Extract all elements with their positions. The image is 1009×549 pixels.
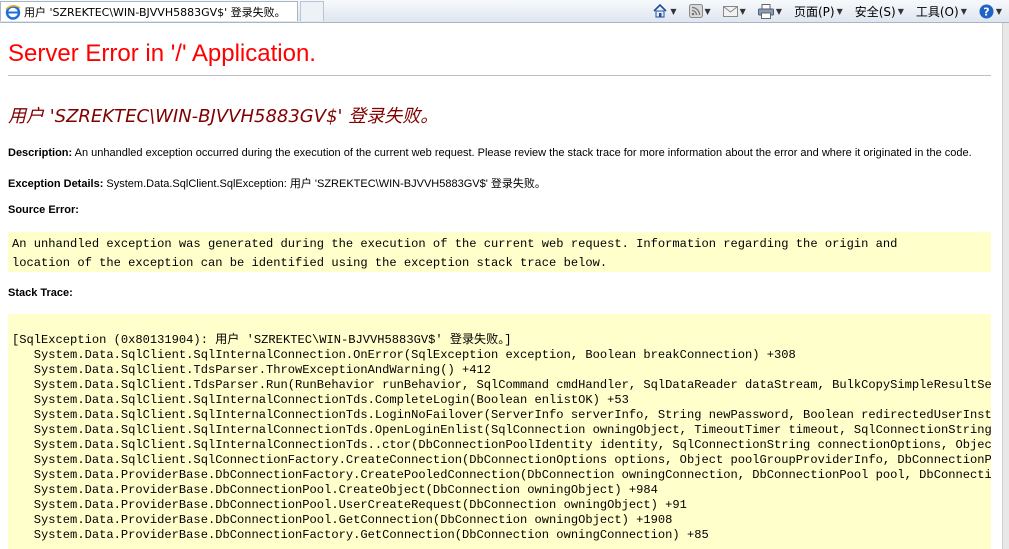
chevron-down-icon: ▼ xyxy=(897,6,904,16)
chevron-down-icon: ▼ xyxy=(836,6,843,16)
svg-text:?: ? xyxy=(983,5,989,18)
chevron-down-icon: ▼ xyxy=(739,6,746,16)
safety-menu[interactable]: 安全(S) ▼ xyxy=(852,1,907,21)
printer-icon xyxy=(757,3,774,19)
stack-trace-line: System.Data.ProviderBase.DbConnectionPoo… xyxy=(12,498,687,512)
print-button[interactable]: ▼ xyxy=(755,1,785,21)
vertical-scrollbar[interactable] xyxy=(1002,23,1009,549)
chevron-down-icon: ▼ xyxy=(670,6,677,16)
stack-trace-line: System.Data.SqlClient.TdsParser.Run(RunB… xyxy=(33,378,991,392)
stack-trace-line: System.Data.ProviderBase.DbConnectionFac… xyxy=(12,528,709,542)
description-line: Description: An unhandled exception occu… xyxy=(8,147,972,159)
source-error-line: location of the exception can be identif… xyxy=(12,256,608,270)
browser-tab[interactable]: 用户 'SZREKTEC\WIN-BJVVH5883GV$' 登录失败。 xyxy=(0,1,298,21)
stack-trace-box: [SqlException (0x80131904): 用户 'SZREKTEC… xyxy=(8,314,991,549)
ie-icon xyxy=(5,4,21,20)
exception-details-line: Exception Details: System.Data.SqlClient… xyxy=(8,175,546,191)
description-label: Description: xyxy=(8,147,73,159)
mail-button[interactable]: ▼ xyxy=(720,1,749,21)
tools-menu-label: 工具(O) xyxy=(915,4,959,19)
stack-trace-line: System.Data.SqlClient.TdsParser.ThrowExc… xyxy=(12,363,491,377)
stack-trace-heading: Stack Trace: xyxy=(8,287,73,299)
source-error-box: An unhandled exception was generated dur… xyxy=(8,232,991,272)
page-content: Server Error in '/' Application. 用户 'SZR… xyxy=(0,23,1003,549)
divider xyxy=(8,75,991,76)
chevron-down-icon: ▼ xyxy=(775,6,782,16)
safety-menu-label: 安全(S) xyxy=(854,4,896,19)
help-icon: ? xyxy=(979,4,994,18)
rss-feed-icon xyxy=(688,4,703,18)
mail-icon xyxy=(722,6,738,17)
page-title: Server Error in '/' Application. xyxy=(8,40,316,67)
source-error-line: An unhandled exception was generated dur… xyxy=(12,237,898,251)
page-menu[interactable]: 页面(P) ▼ xyxy=(791,1,846,21)
exception-details-label: Exception Details: xyxy=(8,178,104,190)
stack-trace-line: System.Data.SqlClient.SqlInternalConnect… xyxy=(33,408,991,422)
home-icon xyxy=(653,3,667,18)
tab-title: 用户 'SZREKTEC\WIN-BJVVH5883GV$' 登录失败。 xyxy=(24,5,286,19)
feeds-button[interactable]: ▼ xyxy=(686,1,714,21)
new-tab-button[interactable] xyxy=(300,1,324,21)
chevron-down-icon: ▼ xyxy=(704,6,711,16)
tools-menu[interactable]: 工具(O) ▼ xyxy=(913,1,970,21)
exception-details-text: System.Data.SqlClient.SqlException: 用户 '… xyxy=(103,178,546,190)
stack-trace-line: System.Data.SqlClient.SqlInternalConnect… xyxy=(12,393,629,407)
help-button[interactable]: ? ▼ xyxy=(976,1,1005,21)
stack-trace-line: [SqlException (0x80131904): 用户 'SZREKTEC… xyxy=(12,333,512,347)
stack-trace-label: Stack Trace: xyxy=(8,287,73,299)
chevron-down-icon: ▼ xyxy=(960,6,967,16)
home-button[interactable]: ▼ xyxy=(649,1,679,21)
stack-trace-line: System.Data.ProviderBase.DbConnectionFac… xyxy=(33,468,991,482)
page-menu-label: 页面(P) xyxy=(793,4,835,19)
error-message: 用户 'SZREKTEC\WIN-BJVVH5883GV$' 登录失败。 xyxy=(8,106,439,127)
source-error-label: Source Error: xyxy=(8,204,79,216)
stack-trace-line: System.Data.SqlClient.SqlInternalConnect… xyxy=(12,438,991,452)
stack-trace-line: System.Data.SqlClient.SqlInternalConnect… xyxy=(12,348,796,362)
stack-trace-line: System.Data.SqlClient.SqlInternalConnect… xyxy=(33,423,991,437)
chevron-down-icon: ▼ xyxy=(995,6,1002,16)
stack-trace-line: System.Data.ProviderBase.DbConnectionPoo… xyxy=(12,483,658,497)
stack-trace-line: System.Data.ProviderBase.DbConnectionPoo… xyxy=(12,513,673,527)
stack-trace-line: System.Data.SqlClient.SqlConnectionFacto… xyxy=(33,453,991,467)
source-error-heading: Source Error: xyxy=(8,204,79,216)
description-text: An unhandled exception occurred during t… xyxy=(72,147,972,159)
command-bar: ▼ ▼ ▼ ▼ 页面(P) ▼ 安全(S) ▼ 工具(O) ▼ ? ▼ xyxy=(649,0,1009,22)
browser-toolbar: 用户 'SZREKTEC\WIN-BJVVH5883GV$' 登录失败。 ▼ ▼ xyxy=(0,0,1009,23)
